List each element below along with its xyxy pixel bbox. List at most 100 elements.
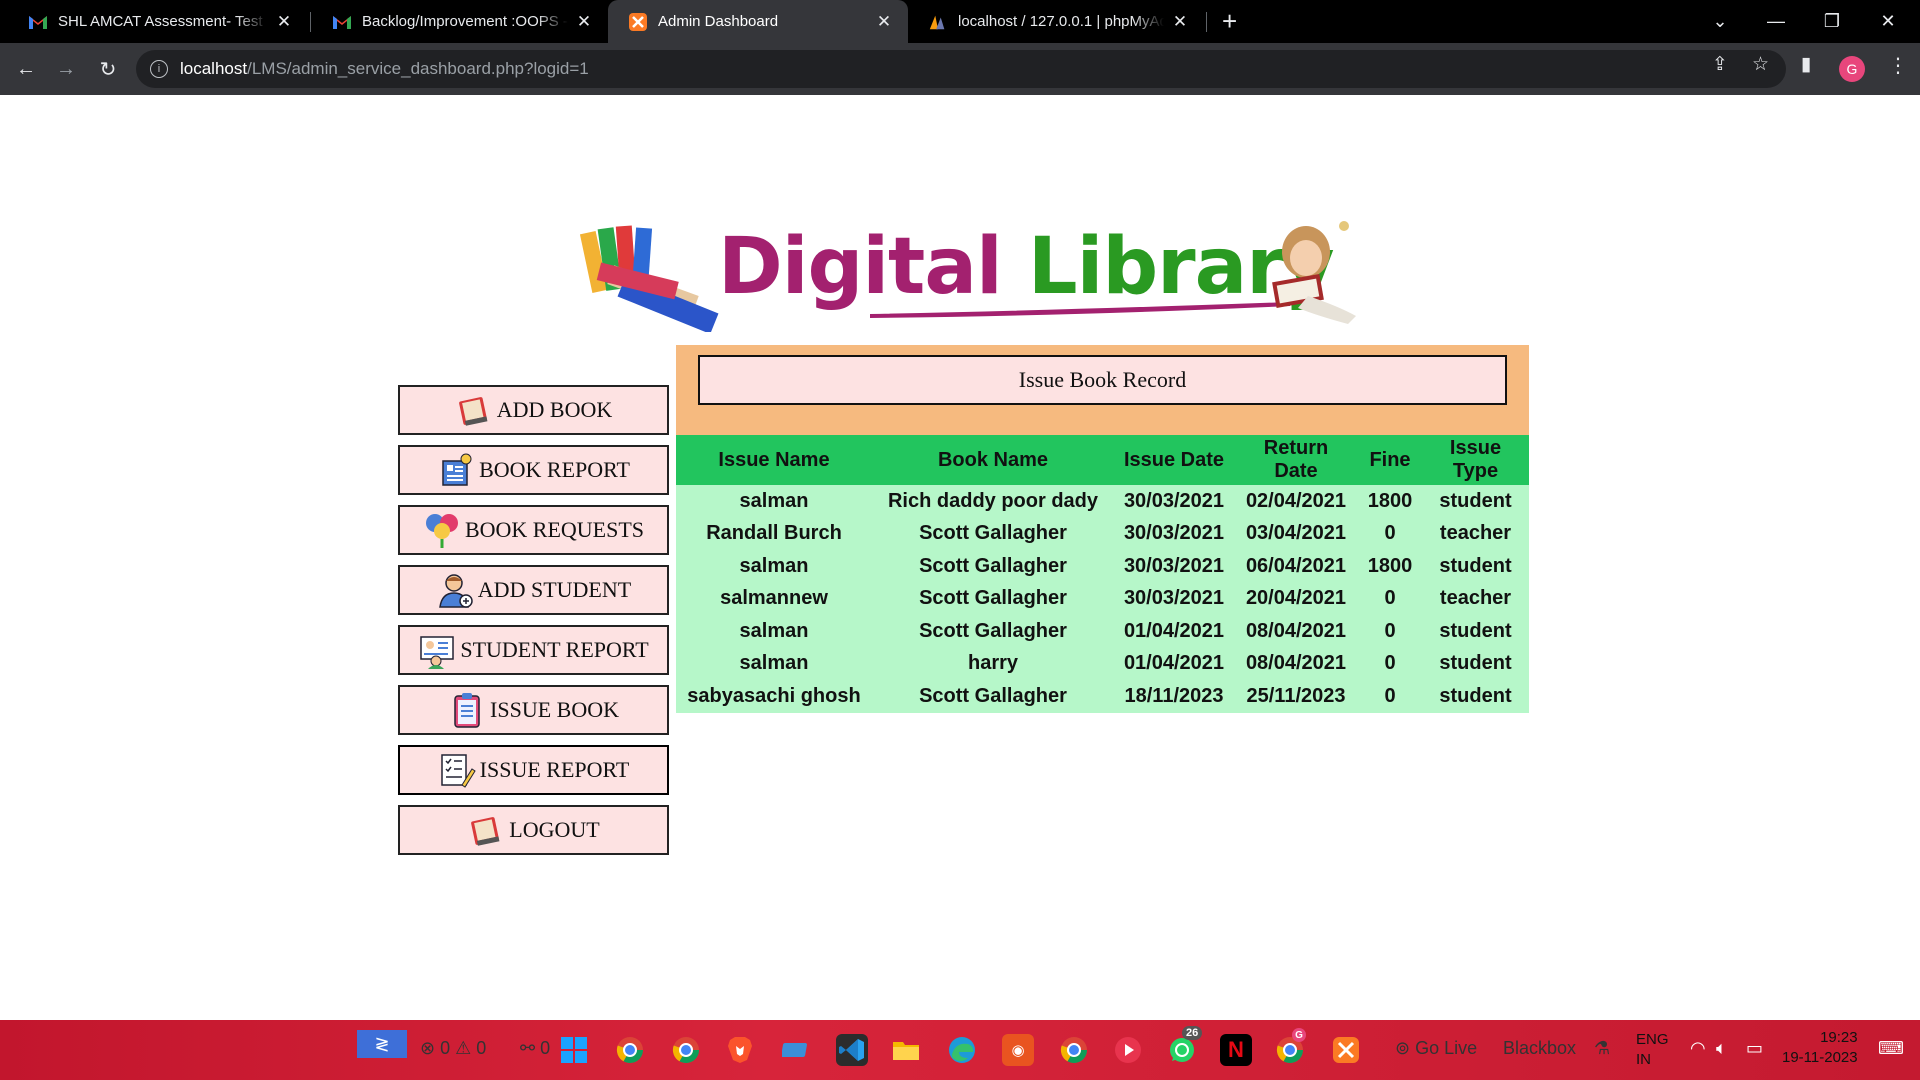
wifi-icon[interactable]: ◠ — [1690, 1038, 1706, 1059]
battery-icon[interactable]: ▭ — [1746, 1038, 1763, 1059]
back-arrow-icon[interactable]: ← — [12, 55, 40, 83]
share-icon[interactable]: ⇪ — [1712, 53, 1728, 76]
cell-issue-type: student — [1439, 652, 1512, 675]
error-count: 0 — [440, 1038, 451, 1058]
blackbox-button[interactable]: Blackbox — [1503, 1038, 1576, 1059]
column-header-return-date: Return Date — [1263, 437, 1329, 482]
media-player-icon[interactable] — [1112, 1034, 1144, 1066]
tab-title: SHL AMCAT Assessment- Test Lo — [58, 13, 268, 30]
logout-label: LOGOUT — [509, 817, 600, 842]
table-row: salman Scott Gallagher 01/04/2021 08/04/… — [676, 615, 1529, 648]
minimize-button[interactable]: — — [1748, 0, 1804, 43]
ubuntu-icon[interactable]: ◉ — [1002, 1034, 1034, 1066]
volume-icon[interactable]: 🔈︎ — [1716, 1038, 1727, 1059]
restore-button[interactable]: ❐ — [1804, 0, 1860, 43]
book-report-button[interactable]: BOOK REPORT — [398, 445, 669, 495]
close-tab-icon[interactable]: ✕ — [574, 12, 594, 32]
ports-status[interactable]: ⚯ 0 — [520, 1038, 550, 1059]
language-indicator[interactable]: ENG IN — [1636, 1030, 1669, 1070]
warning-icon: ⚠ — [455, 1038, 472, 1058]
cell-issue-type: student — [1439, 489, 1512, 512]
issue-report-button[interactable]: ISSUE REPORT — [398, 745, 669, 795]
reload-icon[interactable]: ↻ — [94, 55, 122, 83]
clock-date: 19-11-2023 — [1782, 1049, 1858, 1066]
gmail-icon — [28, 12, 48, 32]
windows-start-icon[interactable] — [558, 1034, 590, 1066]
tablet-app-icon[interactable] — [780, 1034, 812, 1066]
cell-fine: 0 — [1384, 684, 1396, 707]
admin-sidebar: ADD BOOK BOOK REPORT BOOK REQUESTS ADD S… — [398, 385, 670, 865]
cell-book-name: harry — [967, 652, 1019, 675]
warning-count: 0 — [476, 1038, 487, 1058]
problems-status[interactable]: ⊗ 0 ⚠ 0 — [420, 1038, 486, 1059]
site-info-icon[interactable]: i — [150, 60, 168, 78]
logo-text: Digital Library — [718, 222, 1335, 312]
clipboard-icon — [448, 691, 486, 729]
xampp-icon — [628, 12, 648, 32]
phpmyadmin-icon — [928, 12, 948, 32]
tab-admin-dashboard[interactable]: Admin Dashboard ✕ — [608, 0, 908, 43]
kebab-menu-icon[interactable]: ⋮ — [1888, 53, 1908, 78]
forward-arrow-icon[interactable]: → — [52, 55, 80, 83]
whatsapp-icon[interactable]: 26 — [1166, 1026, 1203, 1066]
chrome-icon[interactable]: G — [1274, 1028, 1306, 1066]
tab-backlog[interactable]: Backlog/Improvement :OOPS - 2 ✕ — [312, 0, 608, 43]
cell-issue-name: sabyasachi ghosh — [687, 684, 861, 707]
chrome-icon[interactable] — [1058, 1034, 1090, 1066]
tab-shl-amcat[interactable]: SHL AMCAT Assessment- Test Lo ✕ — [8, 0, 308, 43]
close-window-button[interactable]: ✕ — [1860, 0, 1916, 43]
close-tab-icon[interactable]: ✕ — [274, 12, 294, 32]
cell-issue-name: salman — [739, 554, 809, 577]
address-bar[interactable]: i localhost/LMS/admin_service_dashboard.… — [136, 50, 1786, 88]
cell-issue-name: salmannew — [720, 587, 828, 610]
issue-record-panel: Issue Book Record Issue Name Book Name I… — [676, 345, 1529, 713]
book-icon — [467, 811, 505, 849]
close-tab-icon[interactable]: ✕ — [874, 12, 894, 32]
chrome-icon[interactable] — [614, 1034, 646, 1066]
go-live-button[interactable]: ⊚ Go Live — [1395, 1038, 1477, 1059]
remote-status-icon[interactable]: ≷ — [357, 1030, 407, 1058]
bookmark-star-icon[interactable]: ☆ — [1752, 53, 1769, 76]
digital-library-logo: Digital Library — [578, 216, 1358, 332]
browser-toolbar: ← → ↻ i localhost/LMS/admin_service_dash… — [0, 43, 1920, 95]
side-panel-icon[interactable]: ▮ — [1801, 53, 1811, 76]
cell-return-date: 03/04/2021 — [1245, 522, 1347, 545]
cell-issue-date: 30/03/2021 — [1123, 587, 1225, 610]
book-requests-label: BOOK REQUESTS — [464, 517, 645, 542]
add-book-button[interactable]: ADD BOOK — [398, 385, 669, 435]
cell-issue-type: student — [1439, 619, 1512, 642]
vscode-icon[interactable] — [836, 1034, 868, 1066]
student-report-button[interactable]: STUDENT REPORT — [398, 625, 669, 675]
brave-icon[interactable] — [724, 1034, 756, 1066]
broadcast-icon: ⚯ — [520, 1038, 536, 1058]
book-requests-button[interactable]: BOOK REQUESTS — [398, 505, 669, 555]
cell-issue-date: 01/04/2021 — [1123, 619, 1225, 642]
cell-issue-name: salman — [739, 652, 809, 675]
book-report-label: BOOK REPORT — [479, 457, 630, 482]
file-explorer-icon[interactable] — [890, 1034, 922, 1066]
cell-return-date: 25/11/2023 — [1246, 684, 1346, 707]
netflix-icon[interactable]: N — [1220, 1034, 1252, 1066]
notifications-icon[interactable]: ⌨ — [1878, 1038, 1904, 1059]
tab-search-icon[interactable]: ⌄ — [1692, 0, 1748, 43]
accounts-icon[interactable]: ⚗ — [1594, 1038, 1610, 1059]
system-clock[interactable]: 19:23 19-11-2023 — [1782, 1028, 1858, 1068]
edge-icon[interactable] — [946, 1034, 978, 1066]
cell-book-name: Scott Gallagher — [919, 684, 1067, 707]
add-student-button[interactable]: ADD STUDENT — [398, 565, 669, 615]
logout-button[interactable]: LOGOUT — [398, 805, 669, 855]
tab-phpmyadmin[interactable]: localhost / 127.0.0.1 | phpMyAdm ✕ — [908, 0, 1204, 43]
profile-avatar[interactable]: G — [1839, 56, 1865, 82]
url-path: /LMS/admin_service_dashboard.php?logid=1 — [247, 59, 589, 78]
cell-fine: 0 — [1384, 587, 1396, 610]
tab-title: Backlog/Improvement :OOPS - 2 — [362, 13, 568, 30]
issue-book-button[interactable]: ISSUE BOOK — [398, 685, 669, 735]
cell-book-name: Scott Gallagher — [919, 522, 1067, 545]
chrome-icon[interactable] — [670, 1034, 702, 1066]
close-tab-icon[interactable]: ✕ — [1170, 12, 1190, 32]
new-tab-button[interactable]: + — [1222, 6, 1237, 37]
gmail-icon — [332, 12, 352, 32]
xampp-icon[interactable] — [1330, 1034, 1362, 1066]
table-row: salman Rich daddy poor dady 30/03/2021 0… — [676, 485, 1529, 518]
error-icon: ⊗ — [420, 1038, 436, 1058]
